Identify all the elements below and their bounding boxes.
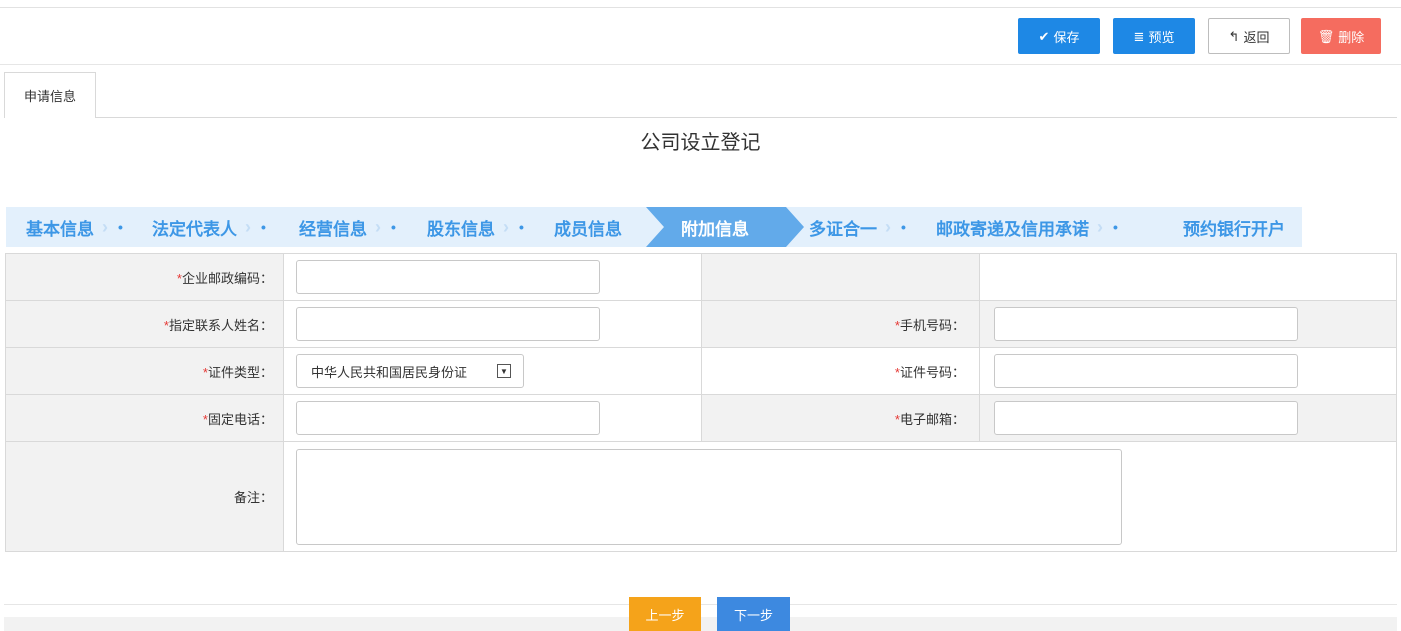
step-label: 多证合一 [809,219,877,239]
phone-label-cell: *固定电话： [5,394,284,442]
id-number-label-cell: *证件号码： [701,347,980,395]
remark-label-cell: 备注： [5,441,284,552]
form-row: 备注： [5,441,1397,552]
dot-icon: • [519,219,524,235]
postal-code-cell [283,253,702,301]
remark-cell [283,441,1397,552]
preview-button-label: 预览 [1148,29,1175,45]
phone-input[interactable] [296,401,600,435]
step-multi-certificate[interactable]: 多证合一 › • [809,207,906,247]
contact-name-cell [283,300,702,348]
page-title: 公司设立登记 [640,132,761,154]
id-type-value: 中华人民共和国居民身份证 [311,364,468,380]
additional-info-form: *企业邮政编码： *指定联系人姓名： *手机号码： *证件类型： 中华人民共和国… [5,253,1397,552]
step-label: 预约银行开户 [1183,219,1285,239]
back-button[interactable]: ↰ 返回 [1208,18,1290,54]
tab-bar: 申请信息 [4,72,1397,118]
postal-code-label-cell: *企业邮政编码： [5,253,284,301]
save-button[interactable]: ✔ 保存 [1018,18,1100,54]
dot-icon: • [118,219,123,235]
save-button-label: 保存 [1053,29,1080,45]
step-postal-credit[interactable]: 邮政寄递及信用承诺 › • [936,207,1118,247]
dropdown-arrow-icon[interactable]: ▼ [497,364,511,378]
step-progress-bar: 基本信息 › • 法定代表人 › • 经营信息 › • 股东信息 › • 成员信… [6,207,1302,247]
step-additional-info[interactable]: 附加信息 [681,207,749,247]
step-label: 附加信息 [681,219,749,239]
chevron-right-icon: › [102,216,108,237]
empty-value-cell [979,253,1397,301]
chevron-right-icon: › [503,216,509,237]
id-type-cell: 中华人民共和国居民身份证 ▼ [283,347,702,395]
step-bank-account[interactable]: 预约银行开户 [1183,207,1285,247]
form-row: *固定电话： *电子邮箱： [5,394,1397,442]
postal-code-input[interactable] [296,260,600,294]
form-row: *证件类型： 中华人民共和国居民身份证 ▼ *证件号码： [5,347,1397,395]
step-label: 基本信息 [26,219,94,239]
step-label: 邮政寄递及信用承诺 [936,219,1089,239]
phone-cell [283,394,702,442]
contact-name-input[interactable] [296,307,600,341]
remark-label: 备注： [233,490,273,505]
tab-application-info[interactable]: 申请信息 [4,72,96,118]
dot-icon: • [1113,219,1118,235]
chevron-right-icon: › [375,216,381,237]
form-row: *企业邮政编码： [5,253,1397,301]
id-number-input[interactable] [994,354,1298,388]
email-label: 电子邮箱： [899,411,965,427]
step-label: 经营信息 [299,219,367,239]
email-input[interactable] [994,401,1298,435]
step-basic-info[interactable]: 基本信息 › • [26,207,123,247]
step-label: 股东信息 [427,219,495,239]
dot-icon: • [901,219,906,235]
mobile-cell [979,300,1397,348]
contact-name-label: 指定联系人姓名： [168,317,273,333]
id-type-select[interactable]: 中华人民共和国居民身份证 ▼ [296,354,524,388]
mobile-label-cell: *手机号码： [701,300,980,348]
dot-icon: • [261,219,266,235]
delete-button[interactable]: 🗑 删除 [1301,18,1381,54]
mobile-input[interactable] [994,307,1298,341]
step-business-info[interactable]: 经营信息 › • [299,207,396,247]
remark-textarea[interactable] [296,448,1122,545]
postal-code-label: 企业邮政编码： [181,270,273,286]
email-cell [979,394,1397,442]
chevron-right-icon: › [1097,216,1103,237]
form-row: *指定联系人姓名： *手机号码： [5,300,1397,348]
empty-label-cell [701,253,980,301]
toolbar: ✔ 保存 ≣ 预览 ↰ 返回 🗑 删除 [0,8,1401,65]
top-border [0,0,1401,8]
trash-icon: 🗑 [1317,28,1335,44]
step-shareholder-info[interactable]: 股东信息 › • [427,207,524,247]
delete-button-label: 删除 [1338,29,1365,45]
id-type-label-cell: *证件类型： [5,347,284,395]
reply-arrow-icon: ↰ [1228,28,1240,44]
contact-name-label-cell: *指定联系人姓名： [5,300,284,348]
id-type-label: 证件类型： [207,364,273,380]
step-label: 法定代表人 [152,219,237,239]
id-number-label: 证件号码： [899,364,965,380]
back-button-label: 返回 [1243,29,1270,45]
chevron-right-icon: › [245,216,251,237]
step-legal-representative[interactable]: 法定代表人 › • [152,207,266,247]
dot-icon: • [391,219,396,235]
id-number-cell [979,347,1397,395]
next-step-button[interactable]: 下一步 [717,597,790,631]
chevron-right-icon: › [885,216,891,237]
step-label: 成员信息 [554,219,622,239]
email-label-cell: *电子邮箱： [701,394,980,442]
phone-label: 固定电话： [207,411,273,427]
mobile-label: 手机号码： [899,317,965,333]
step-member-info[interactable]: 成员信息 [554,207,622,247]
list-icon: ≣ [1133,28,1145,44]
preview-button[interactable]: ≣ 预览 [1113,18,1195,54]
check-icon: ✔ [1038,28,1050,44]
previous-step-button[interactable]: 上一步 [629,597,701,631]
